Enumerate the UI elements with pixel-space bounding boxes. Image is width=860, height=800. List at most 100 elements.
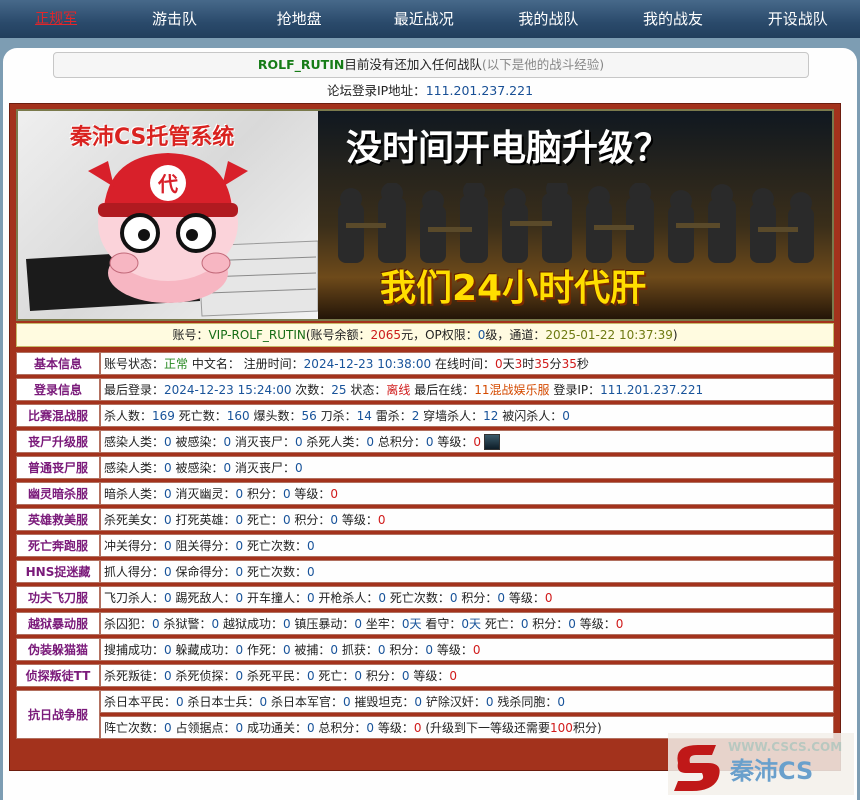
server-mode-label[interactable]: 死亡奔跑服 (16, 534, 100, 557)
stat-value: 0 (354, 617, 363, 631)
stat-value: 0 (306, 565, 315, 579)
svg-text:WWW.CSCS.COM: WWW.CSCS.COM (728, 740, 842, 754)
stat-label: 杀囚犯： (104, 617, 153, 631)
nav-guerrilla[interactable]: 游击队 (112, 0, 237, 38)
stat-label: 越狱成功： (219, 617, 283, 631)
nav-my-team[interactable]: 我的战队 (486, 0, 611, 38)
server-mode-label[interactable]: 侦探叛徒TT (16, 664, 100, 687)
stat-label: 飞刀杀人： (104, 591, 165, 605)
stat-label: 杀死侦探： (171, 669, 236, 683)
nav-regular-army[interactable]: 正规军 (0, 0, 112, 38)
stat-label: 状态： (346, 383, 387, 397)
stat-label: 在线时间： (431, 357, 495, 371)
stat-label: 等级： (433, 434, 474, 449)
stat-label: 积分： (385, 643, 426, 657)
stat-label: 打死英雄： (171, 513, 236, 527)
mascot-illustration: 代 (26, 153, 318, 317)
stat-label: 暗杀人类： (104, 487, 165, 501)
player-name[interactable]: ROLF_RUTIN (258, 57, 344, 72)
team-status-note: (以下是他的战斗经验) (481, 57, 605, 72)
stat-value: 0 (366, 721, 375, 735)
rank-avatar-icon (484, 434, 500, 451)
soldiers-illustration (338, 183, 814, 263)
stat-value: 0 (413, 721, 422, 735)
banner-headline: 没时间开电脑升级？ (346, 128, 671, 169)
server-mode-label[interactable]: 幽灵暗杀服 (16, 482, 100, 505)
stats-values: 杀囚犯：0 杀狱警：0 越狱成功：0 镇压暴动：0 坐牢：0天 看守：0天 死亡… (100, 612, 834, 635)
stats-values: 感染人类：0 被感染：0 消灭丧尸：0 杀死人类：0 总积分：0 等级：0 (100, 430, 834, 453)
stat-value: 0 (615, 617, 624, 631)
stat-value: 0 (223, 434, 232, 449)
server-mode-label[interactable]: HNS捉迷藏 (16, 560, 100, 583)
nav-recent-battles[interactable]: 最近战况 (361, 0, 486, 38)
balance-label: (账号余额： (305, 328, 371, 342)
stat-label: 残杀同胞： (493, 695, 558, 709)
stat-label: 分 (549, 357, 562, 371)
stats-row: 登录信息 最后登录：2024-12-23 15:24:00 次数：25 状态：离线… (16, 378, 834, 401)
stat-value: 11混战娱乐服 (474, 383, 550, 397)
stat-label: 穿墙杀人： (419, 409, 484, 423)
server-mode-label[interactable]: 伪装躲猫猫 (16, 638, 100, 661)
stat-value: 0 (401, 669, 410, 683)
stat-label: 死亡次数： (386, 591, 450, 605)
nav-territory[interactable]: 抢地盘 (237, 0, 362, 38)
stat-label: 被感染： (171, 461, 224, 475)
watermark-text: 秦沛CS (729, 757, 813, 785)
stat-label: 杀死平民： (243, 669, 307, 683)
stat-value: 0 (164, 669, 172, 683)
stat-value: 0 (378, 591, 387, 605)
stat-value: 111.201.237.221 (600, 383, 704, 397)
server-mode-label[interactable]: 越狱暴动服 (16, 612, 100, 635)
stat-label: 杀死人类： (302, 434, 367, 449)
stat-value: 0 (282, 643, 291, 657)
stat-label: 被捕： (290, 643, 331, 657)
nav-my-comrades[interactable]: 我的战友 (611, 0, 736, 38)
stat-label: 杀死美女： (104, 513, 165, 527)
server-mode-label[interactable]: 英雄救美服 (16, 508, 100, 531)
stat-value: 0 (164, 591, 172, 605)
stat-value: 0 (259, 695, 268, 709)
stat-value: 56 (301, 409, 317, 423)
server-mode-label[interactable]: 丧尸升级服 (16, 430, 100, 453)
stat-value: 0 (164, 434, 172, 449)
stat-value: 0 (235, 565, 244, 579)
stat-label: 铲除汉奸： (422, 695, 486, 709)
stat-value: 0 (449, 669, 457, 683)
account-summary: 账号：VIP-ROLF_RUTIN(账号余额：2065元，OP权限：0级，通道：… (16, 323, 834, 347)
stats-row: 普通丧尸服 感染人类：0 被感染：0 消灭丧尸：0 (16, 456, 834, 479)
stat-value: 0天 (401, 617, 422, 631)
stat-label: 积分： (362, 669, 402, 683)
stat-value: 0 (282, 513, 291, 527)
server-mode-label[interactable]: 普通丧尸服 (16, 456, 100, 479)
server-mode-label[interactable]: 基本信息 (16, 352, 100, 375)
stat-value: 2024-12-23 10:38:00 (303, 357, 432, 371)
stat-value: 0 (294, 461, 303, 475)
stat-label: 雷杀： (371, 409, 412, 423)
stat-value: 100 (550, 721, 573, 735)
ad-banner[interactable]: 秦沛CS托管系统 代 没时间开电脑升级？ 我们24小时代肝 (16, 109, 834, 321)
stat-value: 2024-12-23 15:24:00 (164, 383, 292, 397)
stat-value: 35 (561, 357, 577, 371)
forum-ip-line: 论坛登录IP地址：111.201.237.221 (3, 82, 857, 100)
stat-label: 等级： (338, 513, 378, 527)
stat-value: 0 (473, 434, 481, 449)
nav-create-team[interactable]: 开设战队 (735, 0, 860, 38)
server-mode-label[interactable]: 抗日战争服 (16, 690, 100, 739)
stat-label: 等级： (409, 669, 450, 683)
stat-value: 0 (235, 513, 244, 527)
stat-label: 等级： (505, 591, 545, 605)
banner-subline: 我们24小时代肝 (380, 268, 647, 309)
stat-value: 0 (330, 643, 339, 657)
stat-value: 0 (282, 487, 291, 501)
stat-value: 25 (331, 383, 347, 397)
server-mode-label[interactable]: 比赛混战服 (16, 404, 100, 427)
stat-label: 积分： (457, 591, 498, 605)
stat-label: 踢死敌人： (171, 591, 236, 605)
stats-values: 暗杀人类：0 消灭幽灵：0 积分：0 等级：0 (100, 482, 834, 505)
banner-promo-area: 没时间开电脑升级？ 我们24小时代肝 (318, 111, 832, 319)
stat-label: 总积分： (314, 721, 367, 735)
server-mode-label[interactable]: 登录信息 (16, 378, 100, 401)
stat-value: 0 (235, 643, 244, 657)
stat-value: 160 (226, 409, 250, 423)
server-mode-label[interactable]: 功夫飞刀服 (16, 586, 100, 609)
